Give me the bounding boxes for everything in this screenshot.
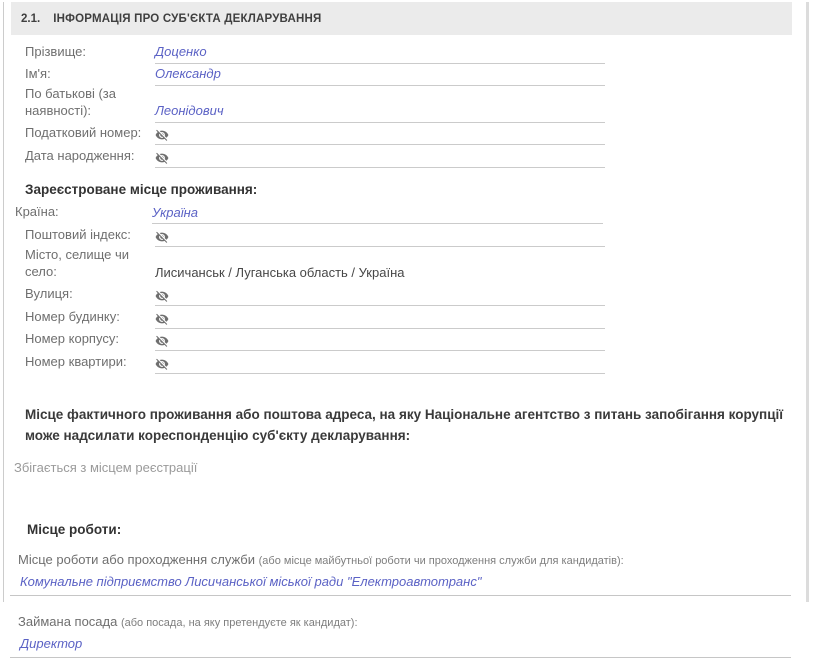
employer-label-note: (або місце майбутньої роботи чи проходже… xyxy=(259,555,624,567)
field-value-text: Олександр xyxy=(155,66,221,82)
field-value-text: Леонідович xyxy=(155,103,224,119)
residence-heading: Зареєстроване місце проживання: xyxy=(25,182,813,197)
field-label: Країна: xyxy=(15,204,152,224)
field-row: Місто, селище чи село: Лисичанськ / Луга… xyxy=(25,247,605,284)
declaration-page: { "header": { "number": "2.1.", "title":… xyxy=(0,2,813,602)
employer-label-text: Місце роботи або проходження служби xyxy=(18,552,259,567)
eye-slash-icon xyxy=(155,151,169,165)
field-row: Країна: Україна xyxy=(15,202,603,225)
eye-slash-icon xyxy=(155,357,169,371)
field-value-text: Лисичанськ / Луганська область / Україна xyxy=(155,265,404,281)
correspondence-value: Збігається з місцем реєстрації xyxy=(14,460,813,475)
eye-slash-icon xyxy=(155,128,169,142)
page-right-border xyxy=(806,2,809,602)
field-value xyxy=(155,227,605,247)
position-label: Займана посада (або посада, на яку прете… xyxy=(18,614,813,629)
field-label: Місто, селище чи село: xyxy=(25,247,155,284)
field-row: По батькові (за наявності): Леонідович xyxy=(25,86,605,123)
field-value: Леонідович xyxy=(155,103,605,123)
employer-value: Комунальне підприємство Лисичанської міс… xyxy=(10,574,791,596)
residence-fields: Країна: Україна Поштовий індекс: Місто, … xyxy=(0,202,813,374)
section-number: 2.1. xyxy=(21,13,40,25)
field-row: Поштовий індекс: xyxy=(25,224,605,247)
field-value: Україна xyxy=(152,204,603,224)
field-row: Дата народження: xyxy=(25,145,605,168)
field-value xyxy=(155,125,605,145)
field-row: Прізвище: Доценко xyxy=(25,41,605,64)
position-label-text: Займана посада xyxy=(18,614,121,629)
field-label: Податковий номер: xyxy=(25,125,155,145)
field-value-text: Україна xyxy=(152,205,198,221)
field-value xyxy=(155,286,605,306)
eye-slash-icon xyxy=(155,230,169,244)
field-label: Номер квартири: xyxy=(25,354,155,374)
field-value xyxy=(155,331,605,351)
field-value xyxy=(155,354,605,374)
position-value: Директор xyxy=(10,636,791,658)
field-row: Номер будинку: xyxy=(25,306,605,329)
page-left-border xyxy=(3,2,4,602)
section-title: ІНФОРМАЦІЯ ПРО СУБ'ЄКТА ДЕКЛАРУВАННЯ xyxy=(53,13,321,25)
field-row: Податковий номер: xyxy=(25,123,605,146)
field-value: Лисичанськ / Луганська область / Україна xyxy=(155,265,605,284)
field-value: Доценко xyxy=(155,44,605,64)
field-row: Номер корпусу: xyxy=(25,329,605,352)
field-row: Номер квартири: xyxy=(25,351,605,374)
section-header: 2.1. ІНФОРМАЦІЯ ПРО СУБ'ЄКТА ДЕКЛАРУВАНН… xyxy=(11,2,792,35)
field-value-text: Доценко xyxy=(155,44,207,60)
field-label: Номер будинку: xyxy=(25,309,155,329)
person-fields: Прізвище: Доценко Ім'я: Олександр По бат… xyxy=(0,41,813,168)
field-value: Олександр xyxy=(155,66,605,86)
eye-slash-icon xyxy=(155,289,169,303)
field-label: Вулиця: xyxy=(25,286,155,306)
correspondence-heading: Місце фактичного проживання або поштова … xyxy=(25,404,790,447)
field-label: Номер корпусу: xyxy=(25,331,155,351)
field-label: Прізвище: xyxy=(25,44,155,64)
field-label: Ім'я: xyxy=(25,66,155,86)
field-label: Дата народження: xyxy=(25,148,155,168)
field-value xyxy=(155,309,605,329)
eye-slash-icon xyxy=(155,312,169,326)
eye-slash-icon xyxy=(155,334,169,348)
workplace-heading: Місце роботи: xyxy=(27,522,813,537)
field-value xyxy=(155,148,605,168)
position-label-note: (або посада, на яку претендуєте як канди… xyxy=(121,617,358,629)
field-label: По батькові (за наявності): xyxy=(25,86,155,123)
field-label: Поштовий індекс: xyxy=(25,227,155,247)
field-row: Вулиця: xyxy=(25,284,605,307)
field-row: Ім'я: Олександр xyxy=(25,64,605,87)
employer-label: Місце роботи або проходження служби (або… xyxy=(18,552,813,567)
